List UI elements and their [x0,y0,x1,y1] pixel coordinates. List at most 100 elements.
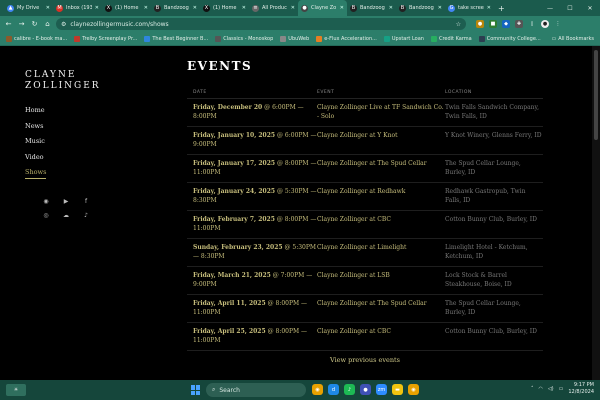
new-tab-button[interactable]: + [494,4,509,13]
bookmark-item[interactable]: Upstart Loan [383,35,424,42]
facebook-icon[interactable]: f [82,198,90,205]
home-icon[interactable]: ⌂ [43,20,52,28]
bookmark-item[interactable]: Classics - Monoskop [215,35,273,42]
event-title-link[interactable]: Clayne Zollinger Live at TF Sandwich Co.… [317,104,445,121]
event-rows: Friday, December 20 @ 6:00PM — 8:00PM Cla… [187,99,543,351]
page-scrollbar[interactable] [592,46,600,380]
bookmark-item[interactable]: UbuWeb [280,35,309,42]
events-table: DATE EVENT LOCATION Friday, December 20 … [187,87,543,351]
site-info-icon[interactable]: ⚙ [61,21,66,28]
event-date-cell[interactable]: Friday, April 25, 2025 @ 8:00PM — 11:00P… [187,328,317,345]
start-button[interactable] [191,385,201,395]
instagram-icon[interactable]: ◎ [42,212,50,219]
youtube-icon[interactable]: ▶ [62,198,70,205]
back-icon[interactable]: ← [4,20,13,28]
browser-tab[interactable]: B Bandzoog ✕ [347,0,396,16]
zoom-icon[interactable]: zm [376,384,387,395]
tiktok-icon[interactable]: ♪ [82,212,90,219]
event-date-cell[interactable]: Friday, January 10, 2025 @ 6:00PM — 9:00… [187,132,317,149]
widgets-button[interactable]: ☀ [6,384,26,396]
spotify-icon[interactable]: ♪ [344,384,355,395]
browser-tab[interactable]: ≡ All Produc ✕ [249,0,298,16]
maximize-icon[interactable]: ☐ [560,0,580,16]
event-date-cell[interactable]: Friday, January 17, 2025 @ 8:00PM — 11:0… [187,160,317,177]
view-previous-events-link[interactable]: View previous events [187,356,543,364]
puzzle-icon[interactable]: ✚ [515,20,523,28]
bookmark-item[interactable]: Credit Karma [430,35,472,42]
chrome-icon[interactable]: ◉ [312,384,323,395]
chevron-up-icon[interactable]: ˄ [531,386,534,392]
wifi-icon[interactable]: ◠ [538,386,542,392]
event-title-link[interactable]: Clayne Zollinger at The Spud Cellar [317,160,445,169]
close-tab-icon[interactable]: ✕ [242,5,246,11]
system-clock[interactable]: 9:17 PM 12/8/2024 [568,382,594,396]
event-date-cell[interactable]: Friday, December 20 @ 6:00PM — 8:00PM [187,104,317,121]
close-tab-icon[interactable]: ✕ [144,5,148,11]
bookmark-item[interactable]: Community College... [478,35,541,42]
event-date-cell[interactable]: Friday, February 7, 2025 @ 8:00PM — 11:0… [187,216,317,233]
close-tab-icon[interactable]: ✕ [193,5,197,11]
browser-tab[interactable]: ● Clayne Zo ✕ [298,0,347,16]
spotify-icon[interactable]: ◉ [42,198,50,205]
event-title-link[interactable]: Clayne Zollinger at Limelight [317,244,445,253]
bookmark-item[interactable]: The Best Beginner B... [144,35,208,42]
nav-link-home[interactable]: Home [25,106,46,116]
profile-avatar[interactable]: ● [541,20,549,28]
browser-tab[interactable]: X (1) Home ✕ [200,0,249,16]
chrome-2-icon[interactable]: ◉ [408,384,419,395]
close-tab-icon[interactable]: ✕ [46,5,50,11]
table-row: Friday, January 17, 2025 @ 8:00PM — 11:0… [187,155,543,183]
browser-tab[interactable]: ▲ My Drive ✕ [4,0,53,16]
browser-tab[interactable]: X (1) Home ✕ [102,0,151,16]
event-title-link[interactable]: Clayne Zollinger at LSB [317,272,445,281]
extension-icon[interactable]: ■ [489,20,497,28]
nav-link-shows[interactable]: Shows [25,168,47,179]
event-date-cell[interactable]: Friday, March 21, 2025 @ 7:00PM — 9:00PM [187,272,317,289]
folder-icon[interactable]: ▬ [392,384,403,395]
bookmark-item[interactable]: Trelby Screenplay Pr... [74,35,137,42]
browser-tab[interactable]: M Inbox (193 ✕ [53,0,102,16]
nav-link-music[interactable]: Music [25,137,46,147]
bookmark-star-icon[interactable]: ☆ [456,21,461,28]
taskbar-search[interactable]: ⌕ Search [206,383,306,397]
event-title-link[interactable]: Clayne Zollinger at CBC [317,328,445,337]
d-app-icon[interactable]: d [328,384,339,395]
address-bar[interactable]: ⚙ claynezollingermusic.com/shows ☆ [56,18,466,30]
site-logo[interactable]: CLAYNE ZOLLINGER [25,70,101,92]
event-date-cell[interactable]: Friday, January 24, 2025 @ 5:30PM — 8:30… [187,188,317,205]
browser-tab[interactable]: Gtake scree ✕ [445,0,494,16]
close-tab-icon[interactable]: ✕ [487,5,491,11]
bookmark-item[interactable]: calibre - E-book ma... [6,35,67,42]
event-title-link[interactable]: Clayne Zollinger at The Spud Cellar [317,300,445,309]
event-title-link[interactable]: Clayne Zollinger at Redhawk [317,188,445,197]
event-date-cell[interactable]: Friday, April 11, 2025 @ 8:00PM — 11:00P… [187,300,317,317]
battery-icon[interactable]: ▭ [559,386,564,392]
reload-icon[interactable]: ↻ [30,20,39,28]
browser-tab[interactable]: B Bandzoog ✕ [396,0,445,16]
extension-icon[interactable]: ◆ [502,20,510,28]
soundcloud-icon[interactable]: ☁ [62,212,70,219]
close-tab-icon[interactable]: ✕ [95,5,99,11]
nav-link-news[interactable]: News [25,122,46,132]
close-tab-icon[interactable]: ✕ [389,5,393,11]
all-bookmarks-button[interactable]: ▭ All Bookmarks [552,36,594,42]
close-tab-icon[interactable]: ✕ [291,5,295,11]
event-title-link[interactable]: Clayne Zollinger at CBC [317,216,445,225]
scrollbar-thumb[interactable] [594,50,598,140]
event-date-cell[interactable]: Sunday, February 23, 2025 @ 5:30PM — 8:3… [187,244,317,261]
close-window-icon[interactable]: ✕ [580,0,600,16]
bookmark-item[interactable]: e-Flux Acceleration... [316,35,377,42]
column-header-location: LOCATION [445,90,472,95]
nav-link-video[interactable]: Video [25,153,46,163]
sidebar-icon[interactable]: ▯ [528,20,536,28]
browser-tab[interactable]: B Bandzoog ✕ [151,0,200,16]
menu-icon[interactable]: ⋮ [554,20,562,28]
event-title-link[interactable]: Clayne Zollinger at Y Knot [317,132,445,141]
close-tab-icon[interactable]: ✕ [340,5,344,11]
minimize-icon[interactable]: — [540,0,560,16]
extension-icon[interactable]: ● [476,20,484,28]
volume-icon[interactable]: ◁) [548,386,554,392]
forward-icon[interactable]: → [17,20,26,28]
browser-2-icon[interactable]: ● [360,384,371,395]
close-tab-icon[interactable]: ✕ [438,5,442,11]
